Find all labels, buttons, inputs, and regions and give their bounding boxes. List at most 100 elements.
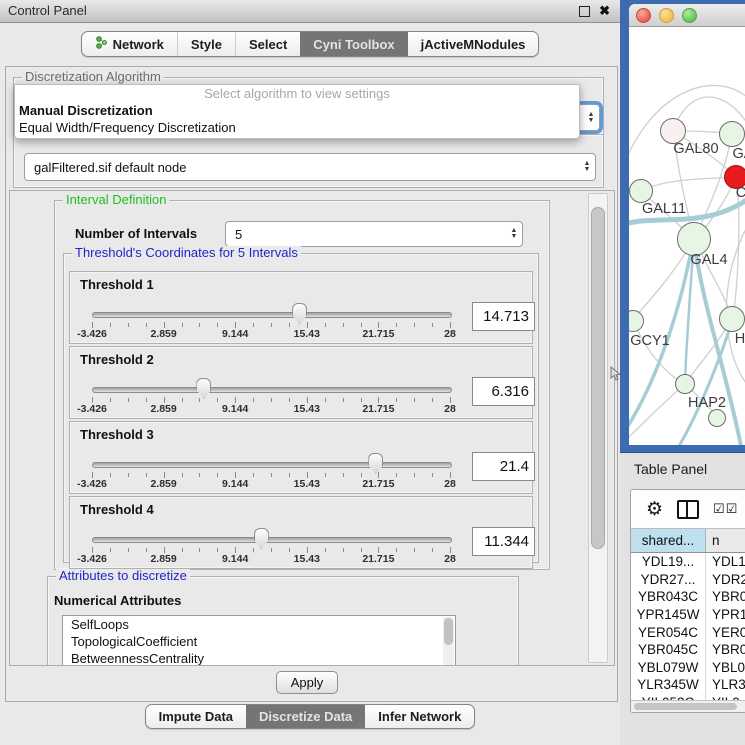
tab-label: Infer Network — [378, 709, 461, 724]
gear-icon[interactable]: ⚙ — [646, 500, 663, 519]
slider-tick — [110, 473, 111, 477]
column-header-name[interactable]: n — [706, 529, 745, 552]
tab-cyni-toolbox[interactable]: Cyni Toolbox — [300, 32, 407, 56]
table-row[interactable]: YDR27...YDR2 — [631, 571, 745, 589]
cell-shared-name: YER054C — [631, 623, 706, 641]
network-node[interactable] — [719, 121, 745, 147]
slider-tick — [289, 548, 290, 552]
cell-shared-name: YBL079W — [631, 659, 706, 677]
list-item[interactable]: SelfLoops — [63, 616, 455, 633]
slider-tick — [110, 548, 111, 552]
network-node[interactable] — [629, 179, 653, 203]
slider-tick — [271, 548, 272, 552]
network-window: GAL80GAGAL11CGAL4GCY1HHAP2 — [629, 4, 745, 445]
num-intervals-value: 5 — [226, 227, 506, 242]
table-row[interactable]: YBR045CYBR0 — [631, 641, 745, 659]
threshold-value-field[interactable]: 14.713 — [472, 302, 535, 331]
list-scrollbar[interactable] — [443, 617, 454, 666]
scrollbar-thumb[interactable] — [591, 207, 605, 549]
tab-infer-network[interactable]: Infer Network — [365, 705, 474, 728]
num-intervals-combobox[interactable]: 5 ▲▼ — [225, 221, 523, 247]
tab-impute-data[interactable]: Impute Data — [146, 705, 246, 728]
network-node[interactable] — [708, 409, 726, 427]
settings-scrollbar[interactable] — [588, 193, 608, 663]
tab-network[interactable]: Network — [82, 32, 177, 56]
slider-track[interactable] — [92, 312, 452, 318]
slider-track[interactable] — [92, 537, 452, 543]
table-row[interactable]: YBR043CYBR0 — [631, 588, 745, 606]
tab-discretize-data[interactable]: Discretize Data — [246, 705, 365, 728]
threshold-value-field[interactable]: 11.344 — [472, 527, 535, 556]
network-node[interactable] — [675, 374, 695, 394]
table-hscrollbar[interactable] — [631, 700, 745, 712]
algorithm-dropdown-popup: Select algorithm to view settings Manual… — [14, 84, 580, 139]
slider-scale-label: 21.715 — [362, 328, 394, 340]
slider-tick — [396, 323, 397, 327]
table-row[interactable]: YPR145WYPR1 — [631, 606, 745, 624]
network-canvas[interactable]: GAL80GAGAL11CGAL4GCY1HHAP2 — [629, 27, 745, 445]
column-header-shared-name[interactable]: shared... — [631, 529, 706, 552]
table-row[interactable]: YDL19...YDL1 — [631, 553, 745, 571]
combo-stepper-icon: ▲▼ — [579, 161, 595, 173]
minimize-traffic-light-icon[interactable] — [659, 8, 674, 23]
table-row[interactable]: YER054CYER0 — [631, 623, 745, 641]
threshold-label: Threshold 2 — [80, 352, 154, 367]
numerical-attributes-list[interactable]: SelfLoopsTopologicalCoefficientBetweenne… — [62, 615, 456, 666]
threshold-label: Threshold 3 — [80, 427, 154, 442]
slider-thumb[interactable] — [196, 378, 211, 399]
node-label: HAP2 — [688, 395, 726, 411]
columns-icon[interactable] — [677, 500, 699, 519]
slider-scale-label: 9.144 — [222, 328, 248, 340]
close-icon[interactable]: ✖ — [599, 0, 610, 22]
slider-tick — [414, 398, 415, 402]
slider-tick — [217, 398, 218, 402]
network-node[interactable] — [719, 306, 745, 332]
dropdown-option-equal-width[interactable]: Equal Width/Frequency Discretization — [15, 119, 579, 136]
slider-thumb[interactable] — [254, 528, 269, 549]
node-label: GAL80 — [673, 141, 718, 157]
slider-tick — [414, 548, 415, 552]
list-item[interactable]: TopologicalCoefficient — [63, 633, 455, 650]
dropdown-option-manual[interactable]: Manual Discretization — [15, 102, 579, 119]
float-window-icon[interactable] — [579, 6, 590, 17]
slider-tick — [128, 323, 129, 327]
cell-name: YDL1 — [706, 553, 745, 571]
hscrollbar-thumb[interactable] — [634, 703, 737, 710]
tab-jactivemnodules[interactable]: jActiveMNodules — [408, 32, 539, 56]
network-node[interactable] — [677, 222, 711, 256]
slider-scale-label: 9.144 — [222, 478, 248, 490]
checkbox-icons[interactable]: ☑☑ — [713, 501, 738, 517]
table-data-combobox[interactable]: galFiltered.sif default node ▲▼ — [24, 153, 596, 181]
slider-tick — [289, 473, 290, 477]
slider-tick — [253, 548, 254, 552]
close-traffic-light-icon[interactable] — [636, 8, 651, 23]
slider-tick — [343, 473, 344, 477]
slider-scale-label: 21.715 — [362, 553, 394, 565]
list-item[interactable]: BetweennessCentrality — [63, 650, 455, 666]
thresholds-title: Threshold's Coordinates for 5 Intervals — [72, 246, 301, 260]
threshold-value-field[interactable]: 6.316 — [472, 377, 535, 406]
table-row[interactable]: YBL079WYBL0 — [631, 659, 745, 677]
tab-label: Discretize Data — [259, 709, 352, 724]
threshold-panel: Threshold 1-3.4262.8599.14415.4321.71528… — [69, 271, 533, 344]
table-row[interactable]: YLR345WYLR3 — [631, 676, 745, 694]
tab-style[interactable]: Style — [177, 32, 235, 56]
slider-scale-label: 2.859 — [150, 478, 176, 490]
slider-scale-label: 2.859 — [150, 328, 176, 340]
table-data-group: Table Data galFiltered.sif default node … — [13, 134, 604, 188]
slider-track[interactable] — [92, 462, 452, 468]
slider-tick — [199, 398, 200, 402]
cell-shared-name: YDR27... — [631, 571, 706, 589]
zoom-traffic-light-icon[interactable] — [682, 8, 697, 23]
combo-stepper-icon: ▲▼ — [583, 112, 599, 124]
slider-thumb[interactable] — [368, 453, 383, 474]
slider-track[interactable] — [92, 387, 452, 393]
slider-tick — [325, 473, 326, 477]
threshold-value-field[interactable]: 21.4 — [472, 452, 535, 481]
slider-tick — [325, 548, 326, 552]
tab-select[interactable]: Select — [235, 32, 300, 56]
slider-scale-label: 28 — [444, 478, 456, 490]
slider-thumb[interactable] — [292, 303, 307, 324]
slider-scale-label: 21.715 — [362, 403, 394, 415]
apply-button[interactable]: Apply — [276, 671, 338, 694]
